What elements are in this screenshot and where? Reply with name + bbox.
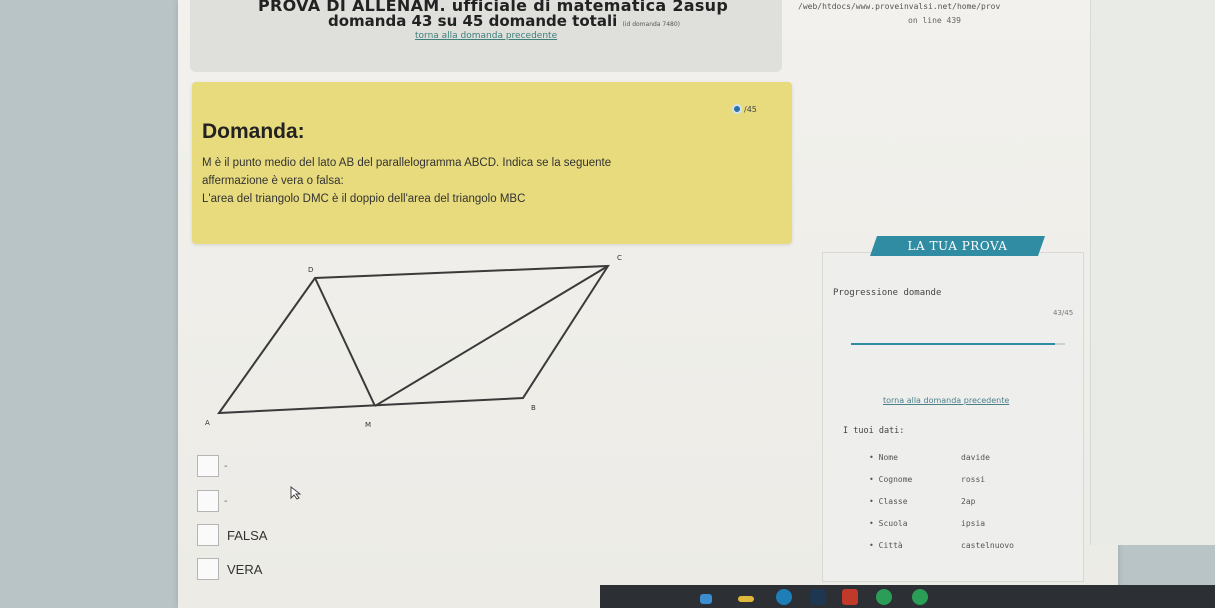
progress-label: Progressione domande — [833, 288, 942, 298]
data-row-scuola: Scuolaipsia — [869, 519, 985, 528]
data-key: Classe — [869, 497, 961, 506]
back-to-previous-link[interactable]: torna alla domanda precedente — [415, 31, 557, 41]
answer-option-vera[interactable]: VERA — [197, 558, 262, 580]
question-text: M è il punto medio del lato AB del paral… — [202, 154, 762, 208]
question-id-note: (id domanda 7480) — [622, 21, 680, 28]
header-bar: PROVA DI ALLENAM. ufficiale di matematic… — [190, 0, 782, 72]
taskbar-app-icon-2[interactable] — [842, 589, 858, 605]
answer-label-vera: VERA — [227, 561, 263, 577]
question-counter: domanda 43 su 45 domande totali (id doma… — [328, 12, 680, 30]
label-a: A — [205, 419, 210, 427]
label-m: M — [365, 421, 371, 429]
question-line-3: L'area del triangolo DMC è il doppio del… — [202, 193, 526, 205]
taskbar-chrome-icon-2[interactable] — [912, 589, 928, 605]
your-exam-panel: Progressione domande 43/45 torna alla do… — [822, 252, 1084, 582]
line-info: on line 439 — [908, 16, 961, 25]
parallelogram-outline — [216, 264, 610, 415]
url-text: /web/htdocs/www.proveinvalsi.net/home/pr… — [798, 2, 1001, 11]
data-value: castelnuovo — [961, 541, 1014, 550]
segment-dm — [314, 277, 376, 407]
answer-checkbox-1[interactable] — [197, 455, 219, 477]
your-exam-banner: LA TUA PROVA — [870, 236, 1045, 256]
sidebar-back-link[interactable]: torna alla domanda precedente — [883, 396, 1009, 405]
data-value: rossi — [961, 475, 986, 484]
question-timer: /45 — [732, 104, 757, 114]
answer-checkbox-vera[interactable] — [197, 558, 219, 580]
taskbar-app-icon-1[interactable] — [700, 594, 712, 604]
answer-option-2-label: - — [224, 495, 228, 507]
taskbar-store-icon[interactable] — [810, 589, 826, 605]
data-value: ipsia — [961, 519, 986, 528]
data-key: Cognome — [869, 475, 961, 484]
right-panel — [1090, 0, 1215, 545]
question-heading: Domanda: — [202, 120, 305, 143]
label-b: B — [531, 404, 536, 412]
answer-option-1[interactable]: - — [197, 455, 228, 477]
answer-checkbox-2[interactable] — [197, 490, 219, 512]
label-c: C — [617, 254, 622, 262]
answer-option-falsa[interactable]: FALSA — [197, 524, 267, 546]
data-key: Scuola — [869, 519, 961, 528]
mouse-cursor-icon — [290, 486, 302, 500]
data-value: 2ap — [961, 497, 976, 506]
timer-text: /45 — [744, 104, 757, 114]
data-key: Città — [869, 541, 961, 550]
clock-icon — [732, 104, 742, 114]
data-row-citta: Cittàcastelnuovo — [869, 541, 1014, 550]
progress-bar — [851, 343, 1065, 345]
data-row-nome: Nomedavide — [869, 453, 990, 462]
answer-label-falsa: FALSA — [227, 527, 268, 543]
taskbar-chrome-icon[interactable] — [876, 589, 892, 605]
taskbar-folder-icon[interactable] — [738, 596, 754, 602]
data-row-cognome: Cognomerossi — [869, 475, 985, 484]
parallelogram-figure: A B C D M — [205, 254, 622, 429]
question-line-1: M è il punto medio del lato AB del paral… — [202, 157, 612, 169]
data-key: Nome — [869, 453, 961, 462]
your-data-title: I tuoi dati: — [843, 426, 905, 436]
question-line-2: affermazione è vera o falsa: — [202, 175, 344, 187]
question-counter-text: domanda 43 su 45 domande totali — [328, 12, 618, 30]
taskbar — [600, 585, 1215, 608]
progress-bar-fill — [851, 343, 1056, 345]
taskbar-edge-icon[interactable] — [776, 589, 792, 605]
segment-mc — [374, 265, 609, 407]
answer-checkbox-falsa[interactable] — [197, 524, 219, 546]
question-card: /45 Domanda: M è il punto medio del lato… — [192, 82, 792, 244]
data-value: davide — [961, 453, 990, 462]
label-d: D — [308, 266, 313, 274]
figure-lines — [216, 264, 610, 415]
data-row-classe: Classe2ap — [869, 497, 976, 506]
progress-count: 43/45 — [1053, 309, 1074, 317]
answer-option-1-label: - — [224, 460, 228, 472]
answer-option-2[interactable]: - — [197, 490, 228, 512]
